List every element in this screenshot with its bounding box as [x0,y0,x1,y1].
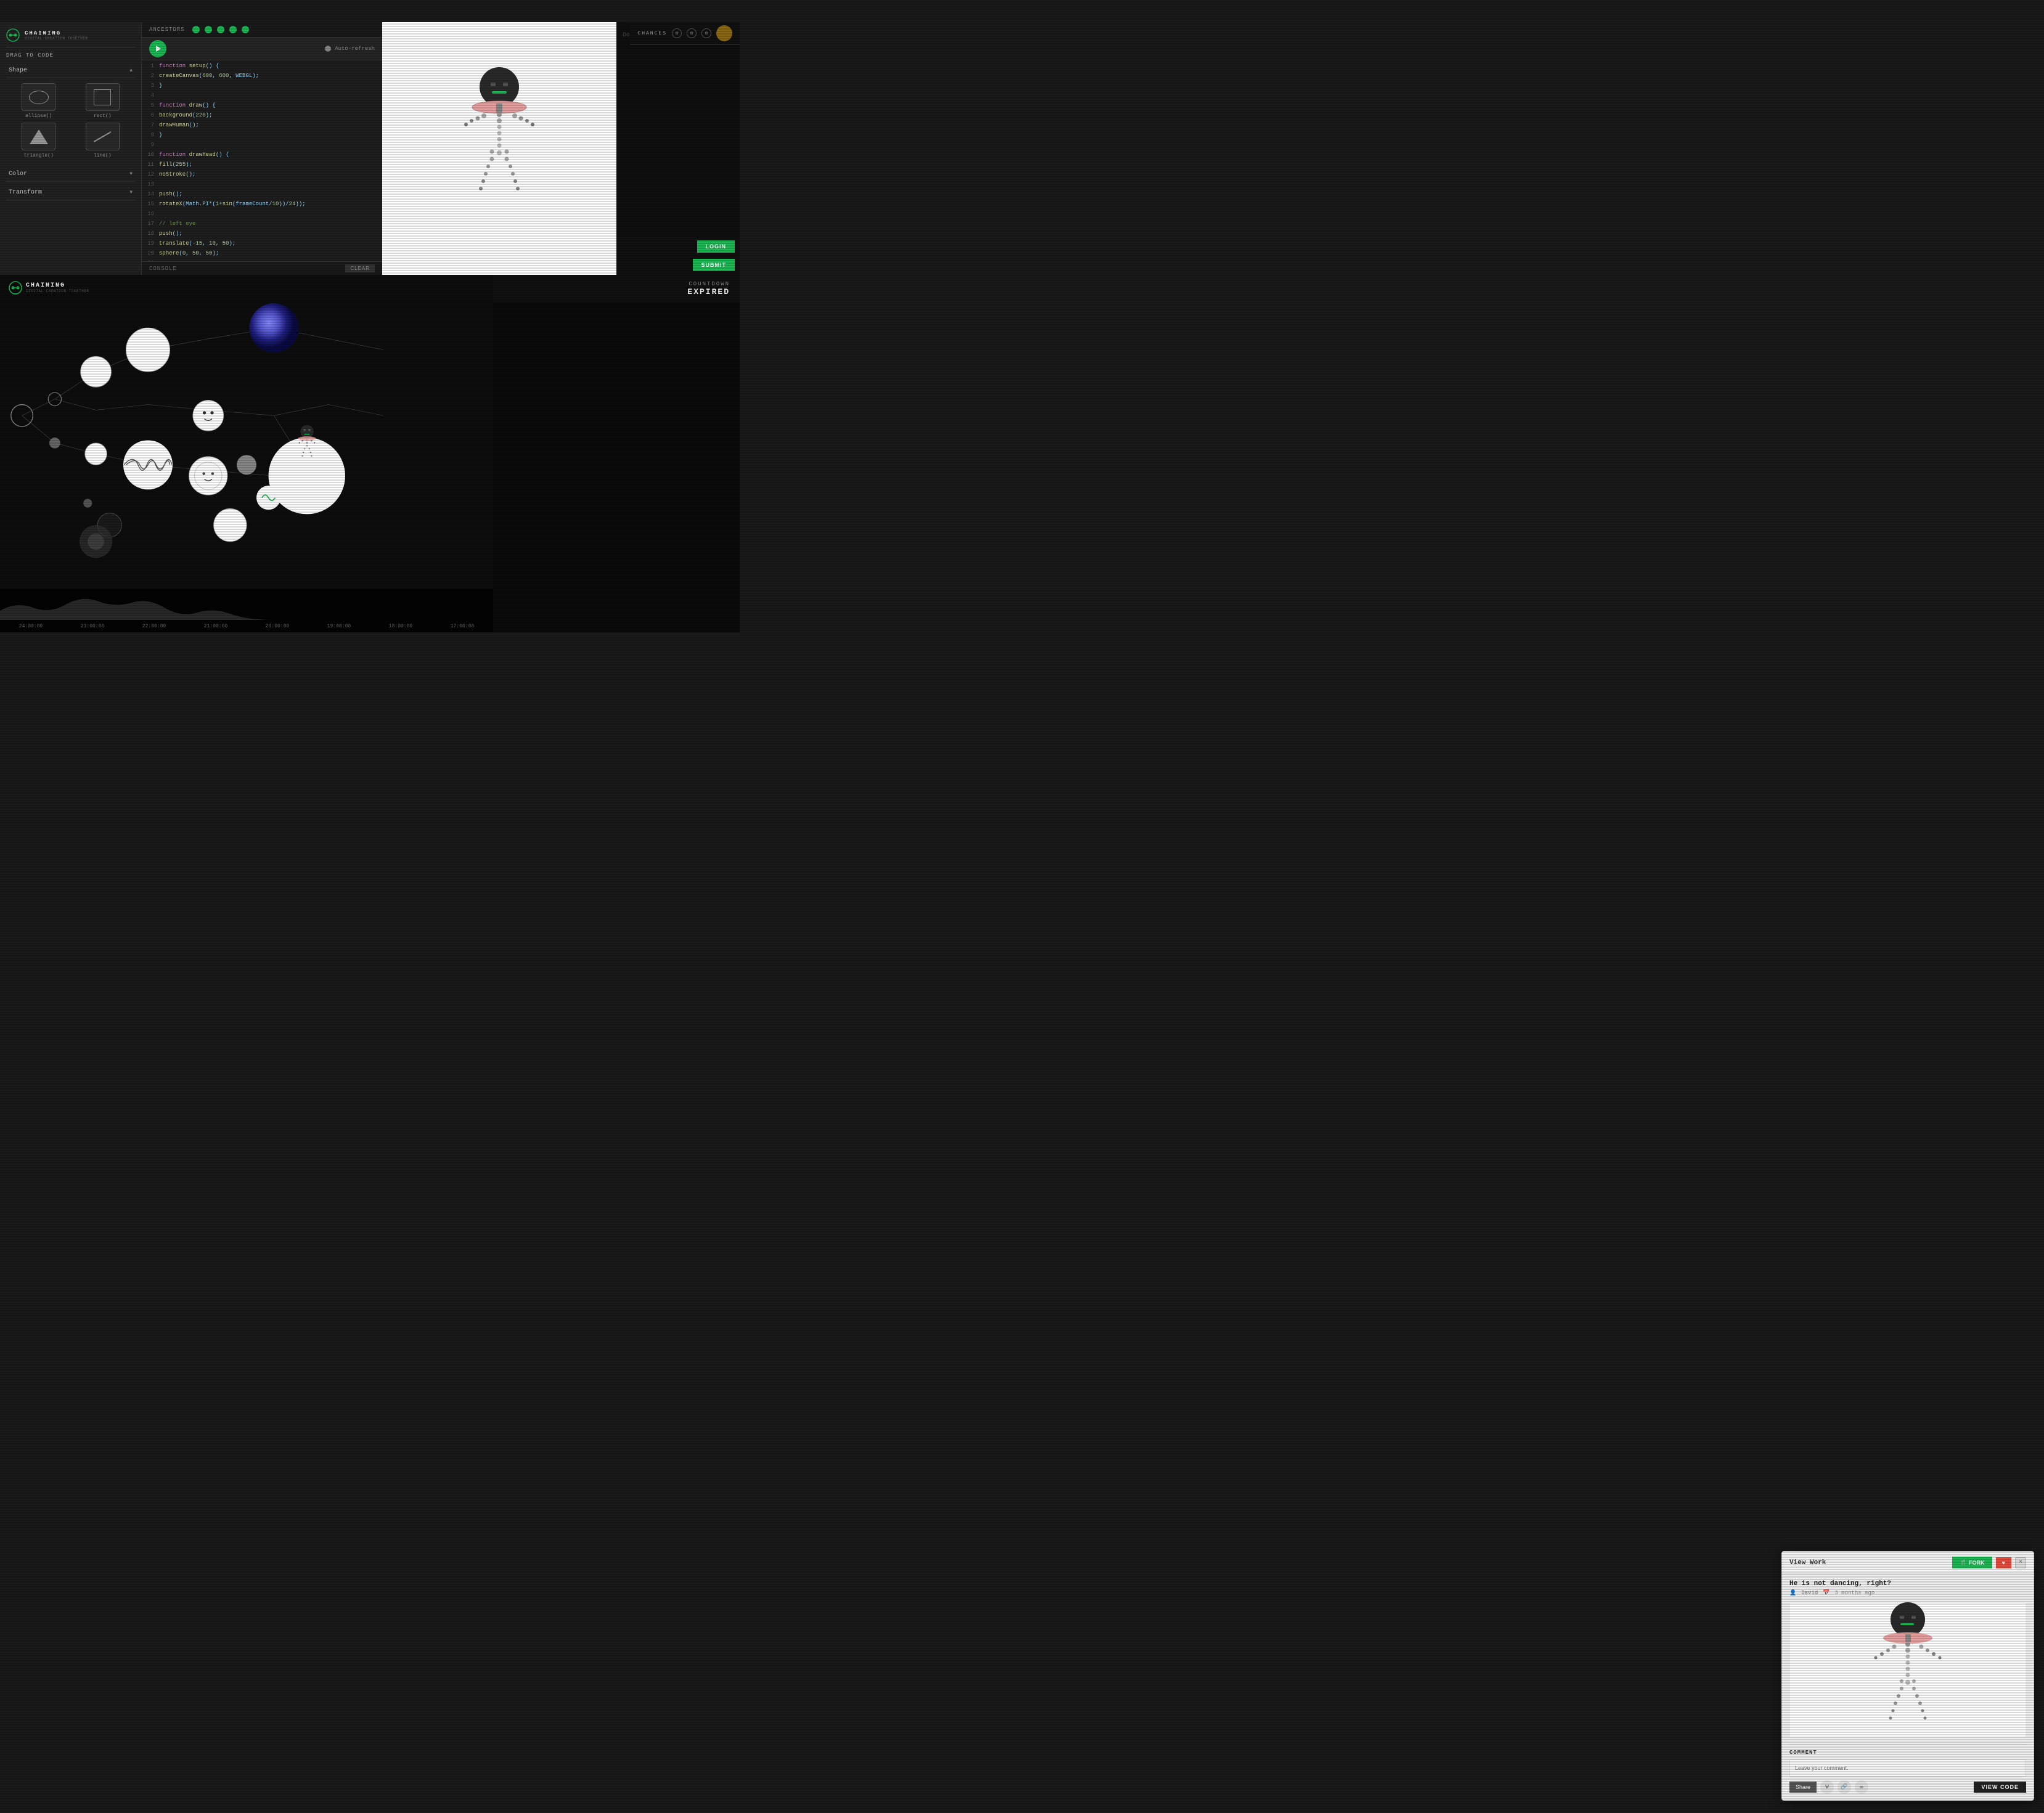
avatar[interactable] [716,25,732,41]
triangle-icon [30,129,48,144]
preview-canvas [382,22,616,275]
work-title: He is not dancing, right? [1789,1580,2026,1587]
ancestors-bar: ANCESTORS [142,22,382,38]
whatsapp-icon[interactable]: W [1820,1780,1834,1794]
drag-panel-title: DRAG TO CODE [6,52,135,59]
share-button[interactable]: Share [1789,1782,1817,1793]
chances-label: CHANCES [637,31,667,36]
settings-icon[interactable]: ⚙ [701,28,711,38]
ellipse-shape-item[interactable]: ellipse() [9,83,69,119]
robot-preview [444,59,555,238]
countdown-value: EXPIRED [503,287,730,296]
console-label: CONSOLE [149,266,177,272]
view-work-popup: View Work 🍴 FORK ♥ × He is not dancing, … [1781,1551,2034,1801]
transform-section-header[interactable]: Transform ▼ [6,185,135,200]
timeline-label-2: 23:00:00 [81,624,104,629]
ancestors-label: ANCESTORS [149,26,185,33]
line-shape-item[interactable]: line() [73,123,133,158]
countdown-label: COUNTDOWN [503,281,730,287]
editor-toolbar: Auto-refresh [142,38,382,60]
bottom-right-panel: COUNTDOWN EXPIRED [493,275,740,632]
transform-arrow: ▼ [129,190,133,195]
shape-arrow: ▲ [129,68,133,73]
popup-content: He is not dancing, right? 👤 David 📅 3 mo… [1782,1574,2034,1800]
timeline-label-6: 19:00:00 [327,624,351,629]
popup-footer: Share W 🔗 ✉ VIEW CODE [1789,1780,2026,1794]
chaining-logo-icon [6,28,20,42]
fork-label: FORK [1969,1560,1985,1566]
popup-author: David [1801,1590,1818,1596]
timeline-label-7: 18:00:00 [389,624,412,629]
ellipse-icon [29,91,49,104]
rect-icon [94,89,111,105]
popup-header: View Work 🍴 FORK ♥ × [1782,1552,2034,1574]
console-bar: CONSOLE CLEAR [142,261,382,275]
login-button[interactable]: LOGIN [697,240,735,253]
popup-meta: 👤 David 📅 3 months ago [1789,1590,2026,1596]
code-editor[interactable]: 1function setup() { 2 createCanvas(600, … [142,60,382,261]
comment-section: COMMENT Share W 🔗 ✉ VIEW CODE [1789,1744,2026,1794]
describe-area[interactable]: Describe your work... [616,22,740,237]
close-button[interactable]: × [2015,1557,2026,1568]
code-editor-area: ANCESTORS Auto-refresh 1function setup()… [142,22,382,275]
ancestor-dot-2[interactable] [205,26,212,33]
transform-label: Transform [9,189,42,196]
social-icon-2[interactable]: 🔗 [1838,1780,1851,1794]
popup-time: 3 months ago [1834,1590,1874,1596]
color-label: Color [9,171,27,177]
popup-robot-figure [1858,1596,1957,1744]
rect-shape-item[interactable]: rect() [73,83,133,119]
color-section-header[interactable]: Color ▼ [6,167,135,182]
gear-icon-1[interactable]: ⚙ [672,28,682,38]
timeline-labels: 24:00:00 23:00:00 22:00:00 21:00:00 20:0… [0,624,493,629]
shape-label: Shape [9,67,27,74]
timeline-label-8: 17:00:00 [451,624,474,629]
clear-button[interactable]: CLEAR [345,264,375,272]
popup-preview [1789,1602,2026,1738]
bottom-section: CHAINING DIGITAL CREATION TOGETHER [0,275,740,632]
comment-label: COMMENT [1789,1750,2026,1756]
popup-title: View Work [1789,1559,1826,1567]
graph-view: CHAINING DIGITAL CREATION TOGETHER [0,275,493,632]
view-code-button[interactable]: VIEW CODE [1974,1782,2026,1793]
play-button[interactable] [149,40,166,57]
color-arrow: ▼ [129,171,133,177]
rect-label: rect() [94,113,112,119]
gear-icon-2[interactable]: ⚙ [687,28,697,38]
timeline-label-1: 24:00:00 [19,624,43,629]
timeline-bar: 24:00:00 23:00:00 22:00:00 21:00:00 20:0… [0,589,493,632]
drag-to-code-panel: CHAINING DIGITAL CREATION TOGETHER DRAG … [0,22,142,275]
logo-subtitle: DIGITAL CREATION TOGETHER [25,36,88,41]
ancestor-dot-1[interactable] [192,26,200,33]
triangle-label: triangle() [24,153,54,158]
like-button[interactable]: ♥ [1996,1557,2011,1568]
shape-section-header[interactable]: Shape ▲ [6,63,135,78]
ancestor-dot-3[interactable] [217,26,224,33]
auto-refresh-toggle[interactable] [325,46,331,52]
social-icon-3[interactable]: ✉ [1855,1780,1868,1794]
auto-refresh-control[interactable]: Auto-refresh [325,46,375,52]
countdown-area: COUNTDOWN EXPIRED [493,275,740,303]
line-icon [94,131,111,142]
logo-title: CHAINING [25,30,88,36]
timeline-label-3: 22:00:00 [142,624,166,629]
comment-input[interactable] [1789,1759,2026,1777]
auto-refresh-label: Auto-refresh [335,46,375,52]
right-panel: Describe your work... LOGIN SUBMIT [616,22,740,275]
submit-button[interactable]: SUBMIT [693,259,735,271]
fork-button[interactable]: 🍴 FORK [1952,1557,1992,1568]
timeline-label-4: 21:00:00 [204,624,227,629]
triangle-shape-item[interactable]: triangle() [9,123,69,158]
ancestor-dot-4[interactable] [229,26,237,33]
line-label: line() [94,153,112,158]
timeline-label-5: 20:00:00 [266,624,289,629]
network-graph[interactable] [0,275,493,589]
ellipse-label: ellipse() [25,113,52,119]
ancestor-dot-5[interactable] [242,26,249,33]
